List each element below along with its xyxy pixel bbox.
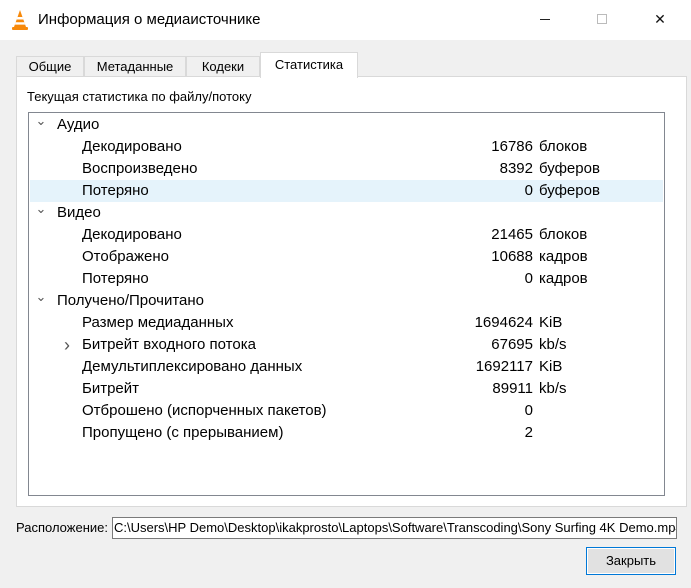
tree-row-value: 0 [524,270,533,287]
stats-tree[interactable]: ⌄ Аудио Декодировано 16786 блоков Воспроизвед… [28,112,665,496]
tree-group-label: Получено/Прочитано [57,292,204,309]
minimize-icon [540,18,550,20]
close-icon: ✕ [654,10,666,27]
tree-row-label: Пропущено (с прерыванием) [82,424,284,441]
tree-row[interactable]: Потеряно 0 буферов [30,180,663,202]
tree-row[interactable]: Отброшено (испорченных пакетов) 0 [30,400,663,422]
window-title: Информация о медиаисточнике [38,11,261,28]
tree-row-value: 0 [524,402,533,419]
maximize-icon [597,14,607,24]
close-button[interactable]: Закрыть [586,547,676,575]
chevron-down-icon[interactable]: ⌄ [34,290,48,312]
tree-row[interactable]: › Битрейт входного потока 67695 kb/s [30,334,663,356]
stats-caption: Текущая статистика по файлу/потоку [27,89,252,104]
vlc-cone-icon [12,10,28,30]
tree-row-value: 0 [524,182,533,199]
tree-row[interactable]: Потеряно 0 кадров [30,268,663,290]
chevron-right-icon[interactable]: › [60,334,74,356]
tree-row-value: 21465 [491,226,533,243]
tab-statistics[interactable]: Статистика [260,52,358,78]
tab-metadata[interactable]: Метаданные [84,56,186,77]
tab-codecs[interactable]: Кодеки [186,56,260,77]
tree-row-label: Демультиплексировано данных [82,358,303,375]
tree-row-value: 8392 [499,160,533,177]
location-label: Расположение: [16,520,108,535]
tree-row-value: 16786 [491,138,533,155]
tree-row-unit: кадров [539,248,588,265]
tree-row[interactable]: Декодировано 21465 блоков [30,224,663,246]
tree-row-value: 10688 [491,248,533,265]
chevron-down-icon[interactable]: ⌄ [34,114,48,136]
tree-row-unit: kb/s [539,336,567,353]
tree-row-value: 1692117 [475,358,533,375]
location-field[interactable]: C:\Users\HP Demo\Desktop\ikakprosto\Lapt… [112,517,677,539]
tree-row-label: Потеряно [82,182,149,199]
tree-row[interactable]: Демультиплексировано данных 1692117 KiB [30,356,663,378]
tree-group-label: Аудио [57,116,100,133]
tree-row[interactable]: Отображено 10688 кадров [30,246,663,268]
tree-group[interactable]: ⌄ Видео [30,202,663,224]
tree-row-unit: кадров [539,270,588,287]
tree-row-unit: KiB [539,358,563,375]
tree-row-value: 1694624 [474,314,533,331]
tab-general[interactable]: Общие [16,56,84,77]
tree-row-label: Декодировано [82,226,182,243]
minimize-button[interactable] [522,0,568,38]
tree-row[interactable]: Воспроизведено 8392 буферов [30,158,663,180]
tree-row-unit: буферов [539,182,600,199]
tree-row[interactable]: Размер медиаданных 1694624 KiB [30,312,663,334]
tree-group-label: Видео [57,204,101,221]
tree-row-unit: буферов [539,160,600,177]
tree-row-unit: блоков [539,226,588,243]
tree-row-label: Потеряно [82,270,149,287]
tree-row-label: Декодировано [82,138,182,155]
tree-row[interactable]: Битрейт 89911 kb/s [30,378,663,400]
tree-row-value: 89911 [492,380,533,397]
close-window-button[interactable]: ✕ [637,0,683,38]
tree-row-label: Воспроизведено [82,160,198,177]
tree-row-label: Битрейт [82,380,140,397]
maximize-button [579,0,625,38]
tree-row-label: Отброшено (испорченных пакетов) [82,402,327,419]
tree-row-value: 2 [524,424,533,441]
tree-row-unit: KiB [539,314,563,331]
tree-row-label: Размер медиаданных [82,314,234,331]
tree-group[interactable]: ⌄ Получено/Прочитано [30,290,663,312]
title-bar: Информация о медиаисточнике ✕ [0,0,691,40]
tree-row-label: Битрейт входного потока [82,336,256,353]
tree-row[interactable]: Декодировано 16786 блоков [30,136,663,158]
tree-row-unit: kb/s [539,380,567,397]
tree-row[interactable]: Пропущено (с прерыванием) 2 [30,422,663,444]
chevron-down-icon[interactable]: ⌄ [34,202,48,224]
tree-group[interactable]: ⌄ Аудио [30,114,663,136]
tree-row-value: 67695 [491,336,533,353]
tree-row-label: Отображено [82,248,169,265]
statistics-panel: Текущая статистика по файлу/потоку ⌄ Ауди… [16,76,687,507]
tree-row-unit: блоков [539,138,588,155]
